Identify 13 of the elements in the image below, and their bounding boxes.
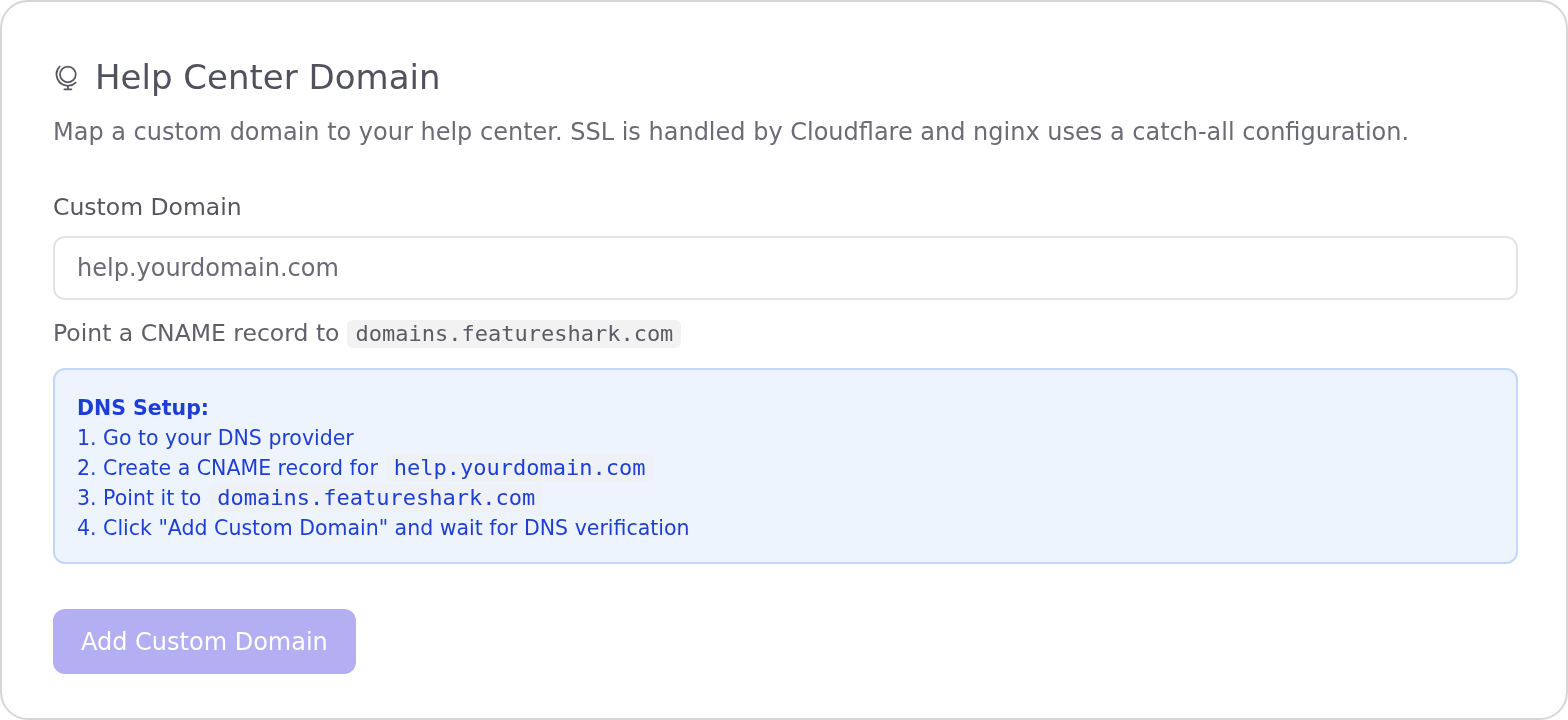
code-snippet: domains.featureshark.com bbox=[209, 484, 544, 512]
section-description: Map a custom domain to your help center. SSL is handled by Cloudflare and nginx uses a catch-all configuration. bbox=[53, 117, 1410, 147]
dns-setup-title: DNS Setup: bbox=[77, 395, 209, 422]
code-snippet: help.yourdomain.com bbox=[385, 454, 654, 482]
field-label: Custom Domain bbox=[53, 192, 242, 222]
step-text: 3. Point it to bbox=[77, 485, 202, 512]
step-text: 1. Go to your DNS provider bbox=[77, 425, 354, 452]
step-text: 4. Click "Add Custom Domain" and wait for DNS verification bbox=[77, 515, 690, 542]
code-snippet: domains.featureshark.com bbox=[347, 320, 682, 348]
step-text: 2. Create a CNAME record for bbox=[77, 455, 378, 482]
domain-input-field[interactable]: help.yourdomain.com bbox=[53, 236, 1518, 300]
section-title: Help Center Domain bbox=[95, 57, 441, 97]
hint-text: Point a CNAME record to bbox=[53, 318, 340, 350]
